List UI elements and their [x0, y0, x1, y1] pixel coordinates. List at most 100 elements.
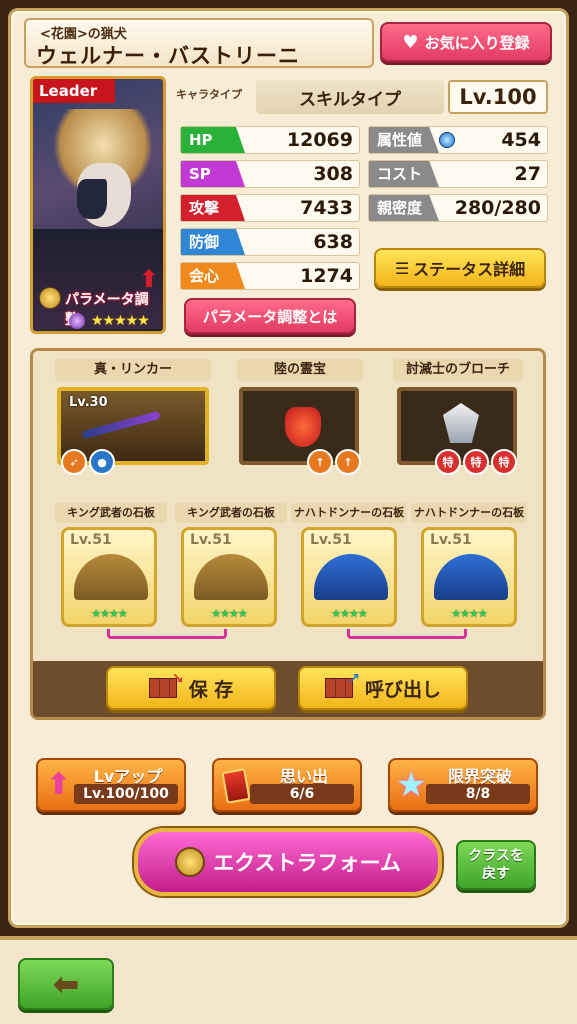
slab-image — [74, 554, 148, 600]
arrow-icon: ↘ — [171, 671, 184, 687]
up-arrow-skill-icon: ↑ — [335, 449, 361, 475]
class-return-line1: クラスを — [468, 848, 524, 864]
special-skill-icon: 特 — [435, 449, 461, 475]
slab-title: ナハトドンナーの石板 — [291, 503, 407, 523]
back-arrow-icon: ⬅ — [52, 965, 80, 1003]
level-up-value: Lv.100/100 — [74, 784, 178, 804]
stat-sp-label: SP — [181, 161, 245, 187]
stat-cost-value: 27 — [514, 163, 541, 185]
load-icon: ↗ — [324, 671, 360, 698]
footer-bar: ⬅ — [0, 936, 577, 1024]
up-arrow-skill-icon: ↑ — [307, 449, 333, 475]
favorite-button-label: お気に入り登録 — [424, 33, 530, 52]
slab-stars: ★★★★ — [451, 607, 487, 620]
param-adjust-info-button[interactable]: パラメータ調整とは — [184, 298, 356, 334]
stat-attribute: 属性値 454 — [368, 126, 548, 154]
arrow-icon: ↗ — [348, 671, 360, 687]
memory-button[interactable]: 思い出 6/6 — [212, 758, 362, 812]
stat-attack: 攻撃 7433 — [180, 194, 360, 222]
limit-break-value: 8/8 — [426, 784, 530, 804]
param-adjust-label: パラメータ調整 — [65, 292, 149, 328]
character-name-box: <花園>の猟犬 ウェルナー・バストリーニ — [24, 18, 374, 68]
weapon-slot-title: 真・リンカー — [55, 359, 211, 381]
character-portrait[interactable]: Leader ⬆ パラメータ調整 ★★★★★ — [30, 76, 166, 334]
bow-skill-icon: ➶ — [61, 449, 87, 475]
level-up-button[interactable]: ⬆ Lvアップ Lv.100/100 — [36, 758, 186, 812]
save-button[interactable]: ↘ 保 存 — [106, 666, 276, 710]
stat-defense: 防御 638 — [180, 228, 360, 256]
level-up-arrow-icon: ⬆ — [46, 767, 72, 802]
limit-break-star-icon: ★ — [396, 765, 427, 805]
favorite-button[interactable]: ♥ お気に入り登録 — [380, 22, 552, 62]
heart-icon: ♥ — [402, 31, 419, 53]
slab-slot[interactable]: Lv.51 ★★★★ — [181, 527, 277, 627]
stat-affinity-value: 280/280 — [454, 197, 541, 219]
rarity-stars: ★★★★★ — [91, 313, 150, 329]
slab-title: ナハトドンナーの石板 — [411, 503, 527, 523]
special-skill-icon: 特 — [491, 449, 517, 475]
stat-sp-value: 308 — [313, 163, 353, 185]
slab-level: Lv.51 — [190, 532, 232, 548]
stat-attack-value: 7433 — [300, 197, 353, 219]
extra-form-label: エクストラフォーム — [213, 851, 401, 875]
chara-type-label: キャラタイプ — [176, 88, 242, 101]
water-element-icon — [439, 132, 455, 148]
stat-cost: コスト 27 — [368, 160, 548, 188]
class-return-line2: 戻す — [482, 866, 510, 882]
chara-type-value: スキルタイプ — [256, 80, 444, 114]
memory-card-icon — [221, 768, 251, 804]
water-skill-icon: ● — [89, 449, 115, 475]
slab-level: Lv.51 — [430, 532, 472, 548]
weapon-slot[interactable]: Lv.30 ➶ ● — [57, 387, 209, 475]
stat-affinity: 親密度 280/280 — [368, 194, 548, 222]
slab-slot[interactable]: Lv.51 ★★★★ — [61, 527, 157, 627]
element-orb-icon — [69, 313, 85, 329]
load-button[interactable]: ↗ 呼び出し — [298, 666, 468, 710]
class-return-button[interactable]: クラスを 戻す — [456, 840, 536, 890]
stat-attribute-value: 454 — [501, 129, 541, 151]
memory-value: 6/6 — [250, 784, 354, 804]
gear-coin-icon — [175, 847, 206, 877]
load-button-label: 呼び出し — [364, 678, 441, 701]
slab-stars: ★★★★ — [91, 607, 127, 620]
list-icon: ☰ — [394, 258, 410, 278]
accessory-slot-title: 討滅士のブローチ — [393, 359, 523, 381]
stat-hp-label: HP — [181, 127, 245, 153]
back-button[interactable]: ⬅ — [18, 958, 114, 1010]
stat-hp-value: 12069 — [286, 129, 353, 151]
slab-title: キング武者の石板 — [175, 503, 287, 523]
slab-image — [314, 554, 388, 600]
treasure-slot-title: 陸の霊宝 — [237, 359, 363, 381]
save-button-label: 保 存 — [188, 678, 234, 701]
stat-hp: HP 12069 — [180, 126, 360, 154]
slab-level: Lv.51 — [70, 532, 112, 548]
character-name: ウェルナー・バストリーニ — [36, 44, 300, 68]
status-detail-button[interactable]: ☰ ステータス詳細 — [374, 248, 546, 288]
accessory-slot[interactable]: 特 特 特 — [397, 387, 517, 475]
slab-slot[interactable]: Lv.51 ★★★★ — [301, 527, 397, 627]
stat-sp: SP 308 — [180, 160, 360, 188]
slab-link-line — [107, 629, 227, 639]
stat-defense-label: 防御 — [181, 229, 245, 255]
brooch-image — [443, 403, 479, 443]
stat-critical: 会心 1274 — [180, 262, 360, 290]
stat-cost-label: コスト — [369, 161, 439, 187]
slab-image — [194, 554, 268, 600]
character-level: Lv.100 — [448, 80, 548, 114]
extra-form-button[interactable]: エクストラフォーム — [134, 828, 442, 896]
stat-attribute-label: 属性値 — [369, 127, 439, 153]
weapon-image — [81, 410, 161, 440]
treasure-skill-icons: ↑ ↑ — [307, 449, 361, 475]
treasure-image — [285, 407, 321, 447]
treasure-slot[interactable]: ↑ ↑ — [239, 387, 361, 475]
slab-slot[interactable]: Lv.51 ★★★★ — [421, 527, 517, 627]
slab-image — [434, 554, 508, 600]
save-icon: ↘ — [148, 671, 184, 698]
portrait-mask — [77, 179, 107, 219]
accessory-skill-icons: 特 特 特 — [435, 449, 517, 475]
stat-attack-label: 攻撃 — [181, 195, 245, 221]
slab-level: Lv.51 — [310, 532, 352, 548]
slab-title: キング武者の石板 — [55, 503, 167, 523]
limit-break-button[interactable]: ★ 限界突破 8/8 — [388, 758, 538, 812]
weapon-level: Lv.30 — [69, 395, 108, 410]
